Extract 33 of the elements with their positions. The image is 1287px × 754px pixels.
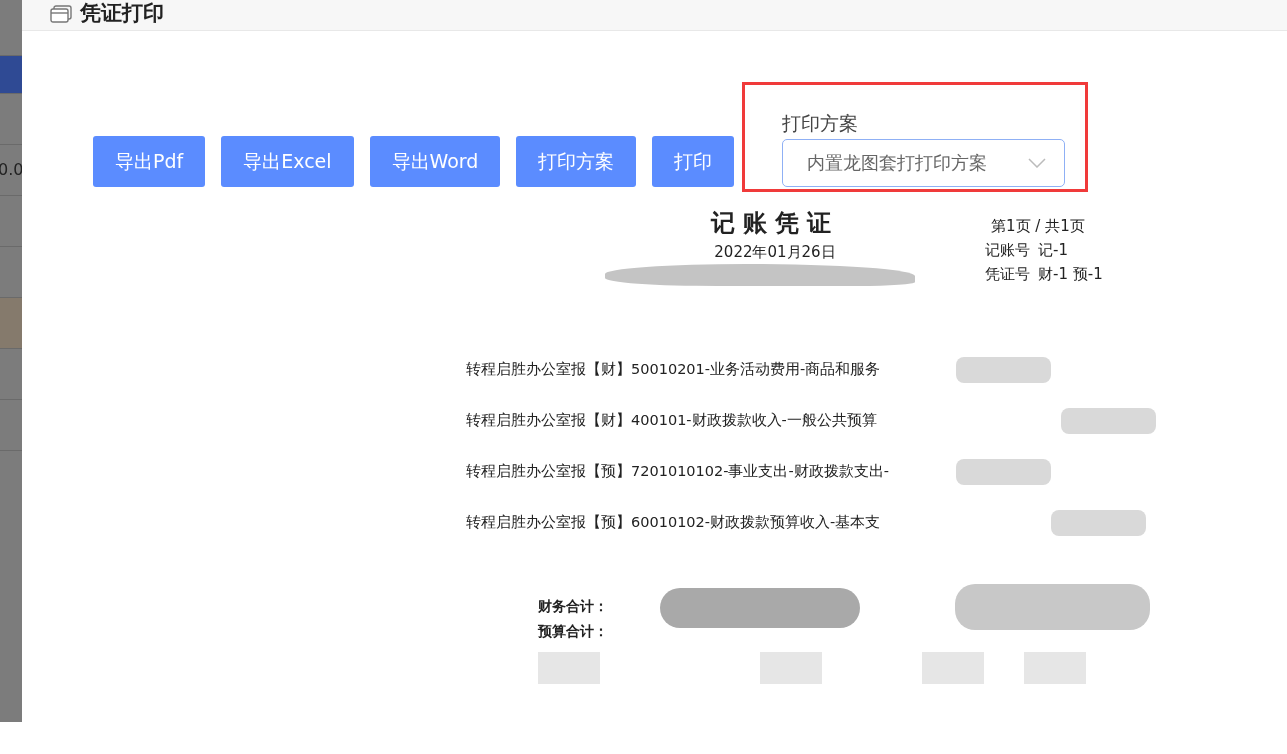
- entry-account: 【财】50010201-业务活动费用-商品和服务: [586, 360, 881, 379]
- toolbar-button[interactable]: 导出Excel: [221, 136, 354, 187]
- toolbar-button[interactable]: 打印方案: [516, 136, 637, 187]
- info-value: 财-1 预-1: [1038, 265, 1103, 284]
- blurred-area: [1024, 652, 1086, 684]
- table-row: [0, 298, 22, 349]
- blurred-area: [538, 652, 600, 684]
- info-label: 凭证号: [985, 265, 1030, 284]
- toolbar-button[interactable]: 导出Word: [369, 136, 501, 187]
- blurred-area: [922, 652, 984, 684]
- voucher-title: 记账凭证: [709, 208, 840, 239]
- entry-summary: 转程启胜办公室报: [466, 462, 586, 481]
- toolbar-button[interactable]: 打印: [652, 136, 735, 187]
- field-label: 打印方案: [782, 111, 860, 136]
- entry-summary: 转程启胜办公室报: [466, 513, 586, 532]
- table-row: [0, 56, 22, 94]
- entry-summary: 转程启胜办公室报: [466, 360, 586, 379]
- voucher-date: 2022年01月26日: [713, 243, 837, 262]
- toolbar-button[interactable]: 导出Pdf: [93, 136, 206, 187]
- dialog-title: 凭证打印: [80, 0, 164, 27]
- entry-account: 【预】7201010102-事业支出-财政拨款支出-: [586, 462, 889, 481]
- blurred-area: [760, 652, 822, 684]
- total-label: 财务合计：: [538, 598, 609, 616]
- scheme-select[interactable]: 内置龙图套打打印方案: [782, 139, 1066, 187]
- entry-account: 【预】60010102-财政拨款预算收入-基本支: [586, 513, 881, 532]
- entry-summary: 转程启胜办公室报: [466, 411, 586, 430]
- entry-account: 【财】400101-财政拨款收入-一般公共预算: [586, 411, 877, 430]
- info-label: 记账号: [985, 241, 1030, 260]
- page-count: 第1页 / 共1页: [991, 217, 1086, 236]
- info-value: 记-1: [1038, 241, 1068, 260]
- total-label: 预算合计：: [538, 623, 609, 641]
- caret-icon: [1028, 158, 1047, 168]
- window-icon: [50, 5, 72, 23]
